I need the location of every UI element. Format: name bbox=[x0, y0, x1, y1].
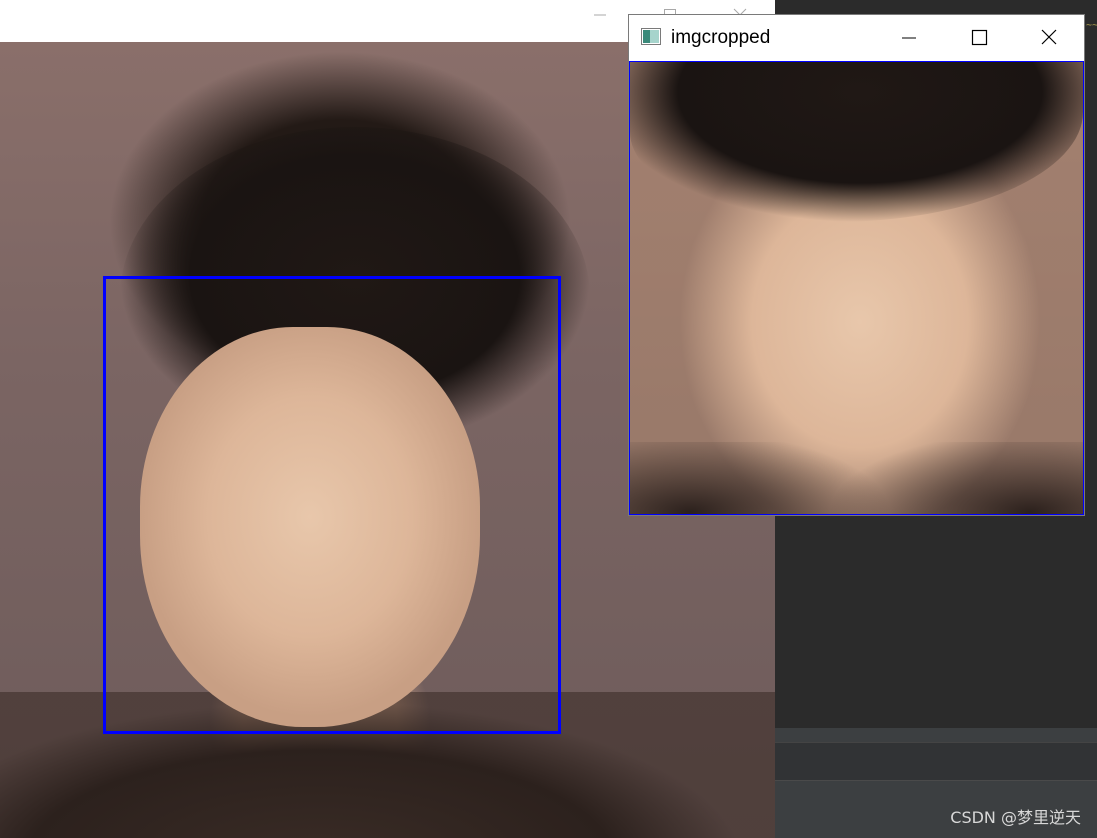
cropped-minimize-button[interactable] bbox=[886, 23, 932, 53]
cropped-maximize-button[interactable] bbox=[956, 23, 1002, 53]
ide-panel-header bbox=[775, 742, 1097, 781]
cropped-window-title: imgcropped bbox=[671, 27, 771, 48]
cropped-image-window: imgcropped bbox=[629, 15, 1084, 515]
cropped-close-button[interactable] bbox=[1026, 23, 1072, 53]
ide-scrollbar[interactable] bbox=[775, 728, 1097, 742]
cropped-hair bbox=[630, 62, 1083, 222]
opencv-window-icon bbox=[641, 28, 661, 45]
close-icon bbox=[1041, 29, 1057, 45]
cropped-face-photo bbox=[629, 61, 1084, 515]
desktop: ~~ imgcropped CSDN @梦里逆天 bbox=[0, 0, 1097, 838]
maximize-icon bbox=[971, 29, 988, 46]
cropped-jacket bbox=[630, 442, 1083, 514]
main-minimize-button[interactable] bbox=[585, 6, 615, 30]
minimize-icon bbox=[902, 37, 916, 39]
face-detection-box bbox=[103, 276, 561, 734]
cropped-titlebar: imgcropped bbox=[629, 15, 1084, 61]
ide-warning-squiggle: ~~ bbox=[1086, 20, 1097, 31]
minimize-icon bbox=[594, 14, 606, 16]
watermark: CSDN @梦里逆天 bbox=[950, 808, 1081, 827]
